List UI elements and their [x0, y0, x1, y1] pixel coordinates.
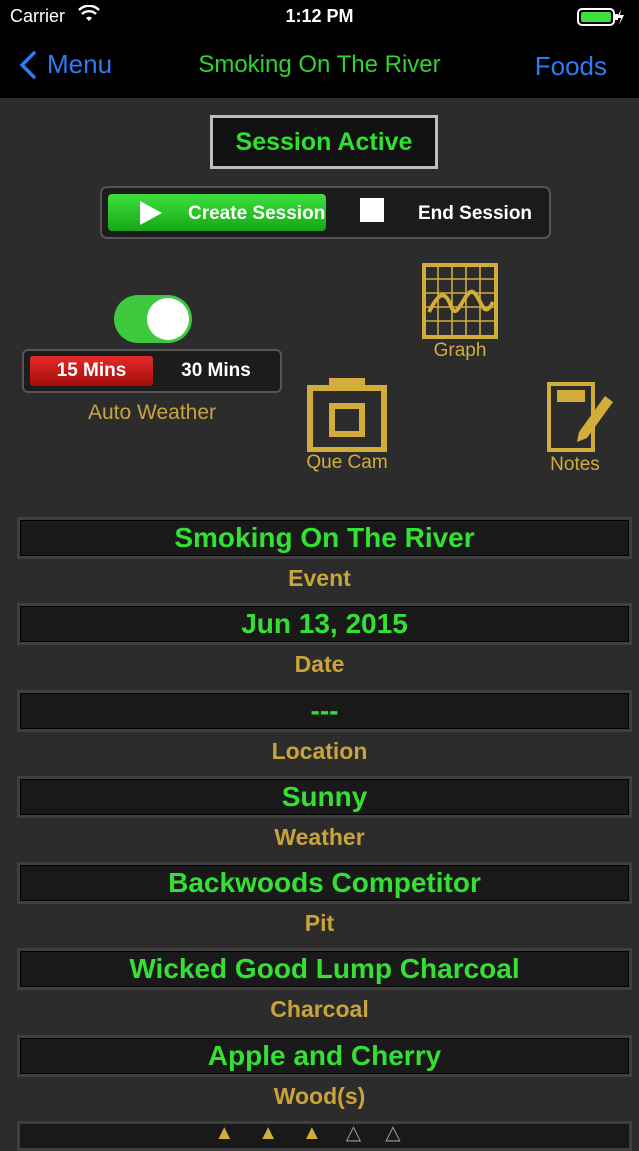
event-label: Event — [288, 565, 351, 591]
auto-weather-label: Auto Weather — [87, 401, 217, 424]
status-bar: Carrier 1:12 PM — [0, 0, 639, 34]
rating-star-icon[interactable]: ▲ — [258, 1122, 302, 1144]
pit-label: Pit — [304, 910, 335, 936]
end-session-button[interactable]: End Session — [328, 194, 544, 231]
auto-weather-toggle[interactable] — [114, 295, 192, 343]
stop-icon — [360, 198, 384, 222]
date-label: Date — [294, 651, 345, 677]
wood-label: Wood(s) — [273, 1083, 366, 1109]
create-session-label: Create Session — [188, 203, 326, 224]
nav-bar: Menu Smoking On The River Foods — [0, 34, 639, 98]
pit-field[interactable]: Backwoods Competitor — [17, 862, 632, 904]
notes-label: Notes — [550, 454, 600, 475]
end-session-label: End Session — [418, 203, 533, 224]
toggle-knob — [147, 298, 189, 340]
que-cam-button[interactable]: Que Cam — [297, 376, 397, 474]
rating-star-icon[interactable]: ▲ — [214, 1122, 258, 1144]
interval-segmented-control: 15 Mins 30 Mins — [22, 349, 282, 393]
charcoal-field[interactable]: Wicked Good Lump Charcoal — [17, 948, 632, 990]
wood-field[interactable]: Apple and Cherry — [17, 1035, 632, 1077]
create-session-button[interactable]: Create Session — [108, 194, 326, 231]
30-mins-option[interactable]: 30 Mins — [156, 356, 276, 386]
date-field[interactable]: Jun 13, 2015 — [17, 603, 632, 645]
15-mins-option[interactable]: 15 Mins — [30, 356, 153, 386]
session-status: Session Active — [210, 115, 438, 169]
camera-icon — [307, 378, 387, 452]
location-label: Location — [271, 738, 368, 764]
notes-button[interactable]: Notes — [525, 374, 625, 476]
weather-field[interactable]: Sunny — [17, 776, 632, 818]
location-field[interactable]: --- — [17, 690, 632, 732]
foods-button[interactable]: Foods — [535, 51, 607, 82]
notes-icon — [547, 382, 613, 452]
rating-star-icon[interactable]: △ — [346, 1122, 385, 1144]
que-cam-label: Que Cam — [306, 452, 388, 473]
battery-icon — [577, 8, 624, 26]
weather-label: Weather — [274, 824, 365, 850]
graph-icon — [422, 263, 498, 339]
event-field[interactable]: Smoking On The River — [17, 517, 632, 559]
graph-button[interactable]: Graph — [410, 262, 510, 362]
charcoal-label: Charcoal — [270, 996, 369, 1022]
rating-star-icon[interactable]: △ — [385, 1122, 424, 1144]
clock: 1:12 PM — [285, 6, 354, 26]
play-icon — [140, 201, 162, 225]
session-segmented-control: Create Session End Session — [100, 186, 551, 239]
graph-label: Graph — [433, 340, 487, 361]
rating-star-icon[interactable]: ▲ — [302, 1122, 346, 1144]
rating-stars[interactable]: ▲▲▲△△ — [0, 1120, 639, 1145]
